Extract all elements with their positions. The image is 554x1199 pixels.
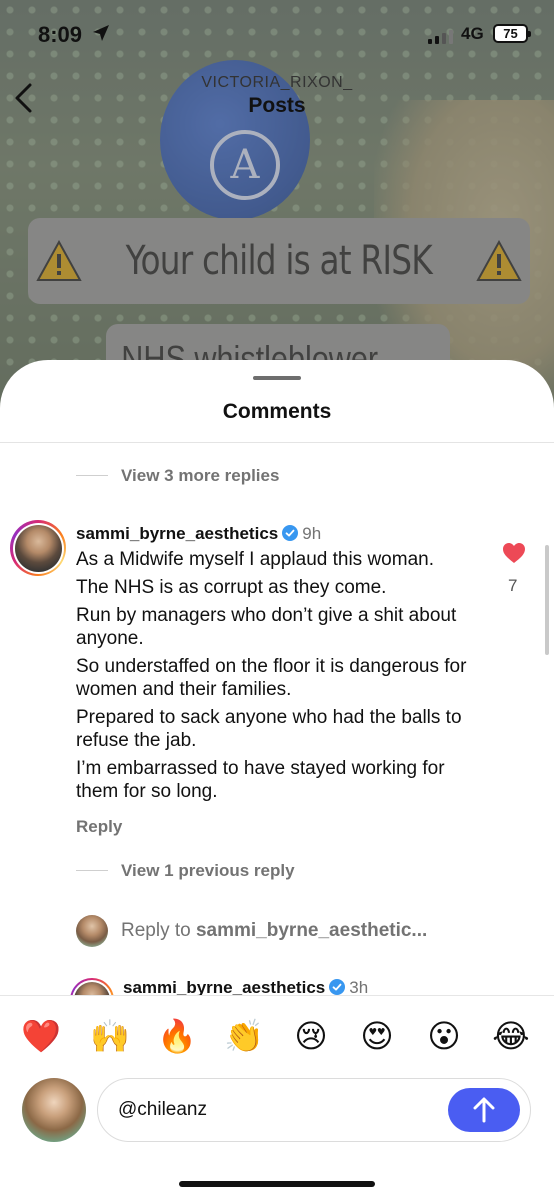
heart-emoji-button[interactable]: ❤️ (19, 1014, 63, 1058)
composer-area: ❤️ 🙌 🔥 👏 😢 😍 😮 😂 @chileanz (0, 995, 554, 1199)
fire-emoji-button[interactable]: 🔥 (155, 1014, 199, 1058)
status-time: 8:09 (38, 22, 83, 47)
comment-line: So understaffed on the floor it is dange… (76, 656, 467, 700)
comment-username[interactable]: sammi_byrne_aesthetics (76, 524, 278, 543)
comment-header: sammi_byrne_aesthetics 9h (76, 524, 321, 544)
raised-hands-emoji-button[interactable]: 🙌 (88, 1014, 132, 1058)
status-bar: 8:09 4G 75 (0, 0, 554, 60)
comments-title: Comments (222, 400, 332, 423)
reply-to-prefix: Reply to (121, 920, 191, 941)
signal-icon (428, 28, 453, 44)
next-comment: sammi_byrne_aesthetics 3h (0, 972, 554, 996)
location-arrow-icon (93, 25, 109, 41)
clapping-emoji-button[interactable]: 👏 (222, 1014, 266, 1058)
laughing-emoji-button[interactable]: 😂 (489, 1014, 533, 1058)
avatar-photo (74, 982, 110, 996)
heart-like-icon[interactable] (502, 542, 526, 564)
home-indicator[interactable] (179, 1181, 375, 1187)
heart-eyes-emoji-button[interactable]: 😍 (355, 1014, 399, 1058)
divider (0, 442, 554, 443)
posts-header: VICTORIA_RIXON_ Posts (0, 60, 554, 130)
reply-button[interactable]: Reply (76, 817, 122, 837)
crying-emoji-button[interactable]: 😢 (289, 1014, 333, 1058)
arrow-up-icon (473, 1097, 495, 1123)
sheet-grabber[interactable] (253, 376, 301, 380)
reply-to-prompt[interactable]: Reply to sammi_byrne_aesthetic... (121, 920, 427, 942)
reply-thread-line (76, 475, 108, 476)
send-button[interactable] (448, 1088, 520, 1132)
surprised-emoji-button[interactable]: 😮 (422, 1014, 466, 1058)
verified-badge-icon (329, 979, 346, 995)
comment-line: As a Midwife myself I applaud this woman… (76, 549, 434, 570)
comment-input-value[interactable]: @chileanz (118, 1099, 207, 1121)
emoji-bar: ❤️ 🙌 🔥 👏 😢 😍 😮 😂 (0, 1014, 554, 1058)
comment-input[interactable]: @chileanz (97, 1078, 531, 1142)
network-type: 4G (461, 24, 484, 43)
my-avatar (22, 1078, 86, 1142)
verified-badge-icon (282, 525, 299, 541)
comment-line: Run by managers who don’t give a shit ab… (76, 605, 457, 649)
comment-line: Prepared to sack anyone who had the ball… (76, 707, 462, 751)
my-avatar-small (76, 915, 108, 947)
page-title: Posts (248, 94, 306, 117)
comment-text: As a Midwife myself I applaud this woman… (76, 548, 486, 808)
comment-time: 9h (302, 524, 322, 543)
avatar-photo (14, 524, 62, 572)
reply-thread-line (76, 870, 108, 871)
comment-header: sammi_byrne_aesthetics 3h (123, 978, 368, 996)
header-username: VICTORIA_RIXON_ (201, 74, 353, 91)
comment-line: The NHS is as corrupt as they come. (76, 577, 387, 598)
battery-level: 75 (503, 26, 518, 41)
avatar[interactable] (10, 520, 66, 576)
comment-line: I’m embarrassed to have stayed working f… (76, 758, 445, 802)
scrollbar[interactable] (545, 545, 549, 655)
view-previous-reply-button[interactable]: View 1 previous reply (121, 861, 295, 881)
comment-time: 3h (349, 978, 369, 996)
reply-to-user: sammi_byrne_aesthetic... (195, 920, 428, 941)
avatar[interactable] (70, 978, 114, 996)
comment-username[interactable]: sammi_byrne_aesthetics (123, 978, 325, 996)
battery-icon: 75 (493, 24, 531, 43)
like-count: 7 (508, 576, 518, 595)
view-more-replies-button[interactable]: View 3 more replies (121, 466, 279, 486)
